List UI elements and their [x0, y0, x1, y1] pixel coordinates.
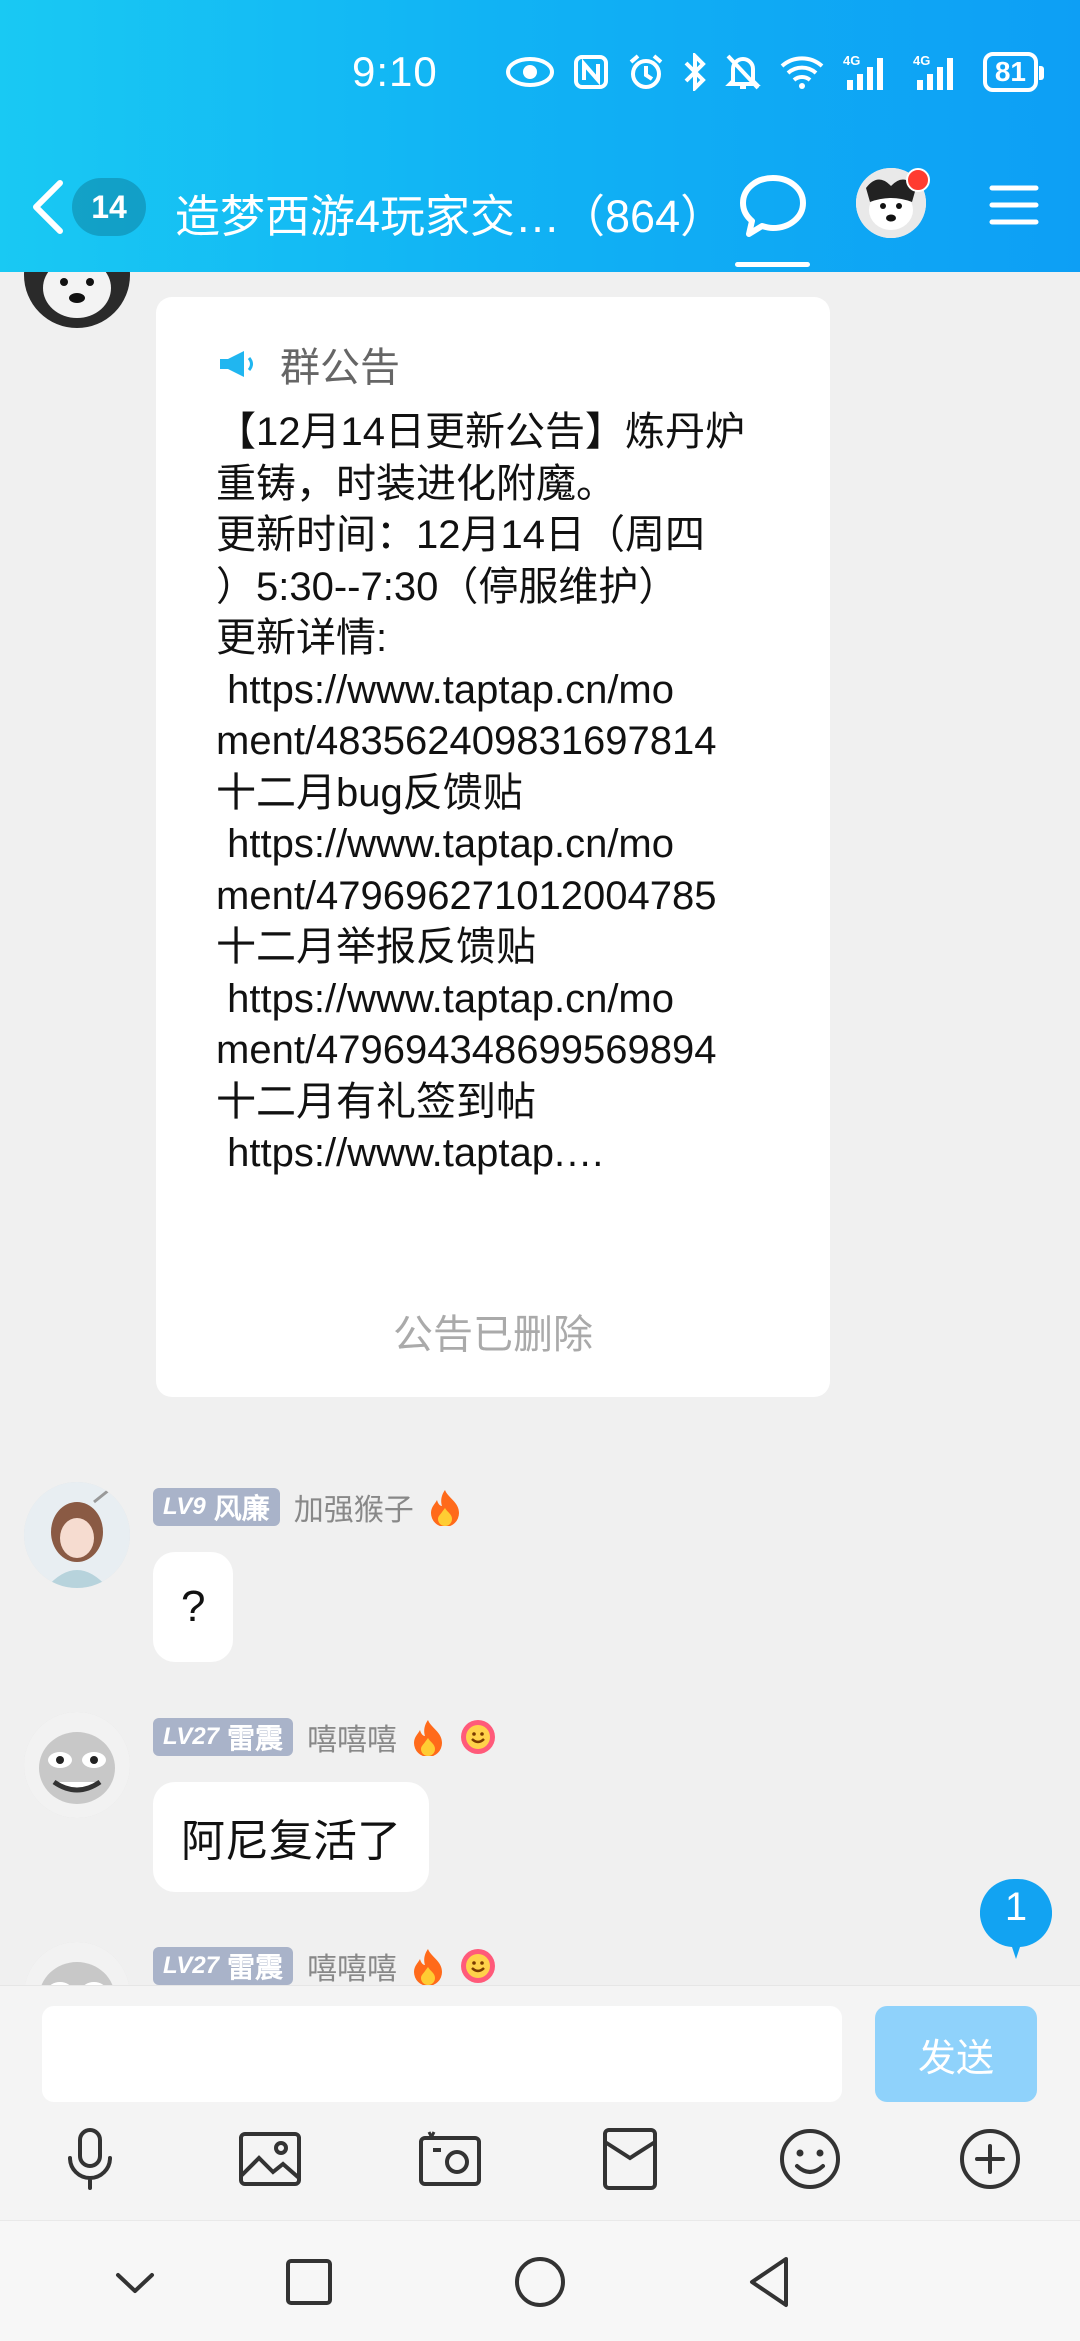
nfc-icon: [573, 52, 609, 92]
system-navigation-bar: [0, 2220, 1080, 2341]
input-toolbar: [0, 2114, 1080, 2214]
announcement-card[interactable]: 群公告 【12月14日更新公告】炼丹炉 重铸，时装进化附魔。 更新时间：12月1…: [156, 297, 830, 1397]
avatar[interactable]: [24, 1482, 130, 1588]
title-bar: 14 造梦西游4玩家交…（864）: [0, 150, 1080, 272]
message-meta: LV27 雷震 嘻嘻嘻: [153, 1944, 497, 1985]
message-bubble[interactable]: ?: [153, 1552, 234, 1662]
message-bubble[interactable]: 阿尼复活了: [153, 1782, 429, 1892]
chat-tab-button[interactable]: [736, 170, 810, 244]
notification-dot: [906, 168, 930, 192]
signal-4g-icon: 4G: [913, 52, 965, 92]
announcement-header: 群公告: [218, 335, 400, 393]
wifi-icon: [779, 52, 825, 92]
message-meta: LV9 风廉 加强猴子: [153, 1485, 462, 1529]
new-message-badge[interactable]: 1: [979, 1877, 1053, 1959]
battery-indicator: 81: [982, 52, 1045, 92]
level-tag: LV9 风廉: [153, 1488, 280, 1526]
chat-title[interactable]: 造梦西游4玩家交…（864）: [175, 180, 710, 245]
smile-flower-icon: [461, 1720, 496, 1754]
status-bar: 9:10 4G 4G 81: [0, 0, 1080, 150]
smile-flower-icon: [461, 1949, 496, 1983]
alarm-icon: [627, 52, 665, 92]
message-list[interactable]: 群公告 【12月14日更新公告】炼丹炉 重铸，时装进化附魔。 更新时间：12月1…: [0, 272, 1080, 1985]
avatar[interactable]: [24, 272, 130, 328]
message-input[interactable]: [42, 2006, 842, 2102]
menu-button[interactable]: [988, 180, 1040, 230]
level-tag: LV27 雷震: [153, 1718, 294, 1756]
app-header: 9:10 4G 4G 81 14 造梦西游4玩家交…（864）: [0, 0, 1080, 272]
status-time: 9:10: [352, 48, 438, 95]
unread-count-badge: 14: [72, 178, 146, 236]
tab-indicator: [735, 262, 810, 267]
signal-4g-icon: 4G: [843, 52, 895, 92]
fire-icon: [414, 1949, 443, 1985]
square-recent-icon[interactable]: [280, 2253, 338, 2311]
hamburger-menu-icon: [989, 185, 1039, 225]
red-packet-icon[interactable]: [595, 2124, 665, 2194]
sender-nickname: 加强猴子: [293, 1494, 414, 1527]
bluetooth-icon: [683, 52, 707, 92]
chevron-down-icon[interactable]: [106, 2253, 164, 2311]
input-area: 发送: [0, 1985, 1080, 2221]
svg-text:4G: 4G: [913, 53, 930, 68]
emoji-icon[interactable]: [775, 2124, 845, 2194]
svg-text:4G: 4G: [843, 53, 860, 68]
sender-nickname: 嘻嘻嘻: [307, 1953, 398, 1985]
fire-icon: [430, 1490, 459, 1526]
camera-icon[interactable]: [415, 2124, 485, 2194]
level-tag: LV27 雷震: [153, 1947, 294, 1985]
image-icon[interactable]: [235, 2124, 305, 2194]
mute-bell-icon: [725, 52, 761, 92]
circle-home-icon[interactable]: [511, 2253, 569, 2311]
send-button[interactable]: 发送: [875, 2006, 1037, 2102]
avatar[interactable]: [24, 1942, 130, 1985]
fire-icon: [414, 1720, 443, 1756]
eye-icon: [505, 52, 555, 92]
plus-icon[interactable]: [955, 2124, 1025, 2194]
megaphone-icon: [220, 351, 253, 377]
message-meta: LV27 雷震 嘻嘻嘻: [153, 1715, 497, 1759]
chat-bubble-icon: [740, 175, 806, 237]
announcement-label: 群公告: [280, 346, 400, 390]
new-message-count: 1: [1004, 1885, 1028, 1929]
announcement-deleted-note: 公告已删除: [393, 1313, 593, 1357]
sender-nickname: 嘻嘻嘻: [307, 1724, 398, 1757]
back-button[interactable]: 14: [30, 172, 180, 242]
avatar[interactable]: [24, 1712, 130, 1818]
status-icons: 4G 4G 81: [505, 52, 1045, 92]
announcement-body: 【12月14日更新公告】炼丹炉 重铸，时装进化附魔。 更新时间：12月14日（周…: [216, 410, 745, 1175]
microphone-icon[interactable]: [55, 2124, 125, 2194]
triangle-back-icon[interactable]: [742, 2253, 800, 2311]
chevron-left-icon: [33, 180, 63, 234]
